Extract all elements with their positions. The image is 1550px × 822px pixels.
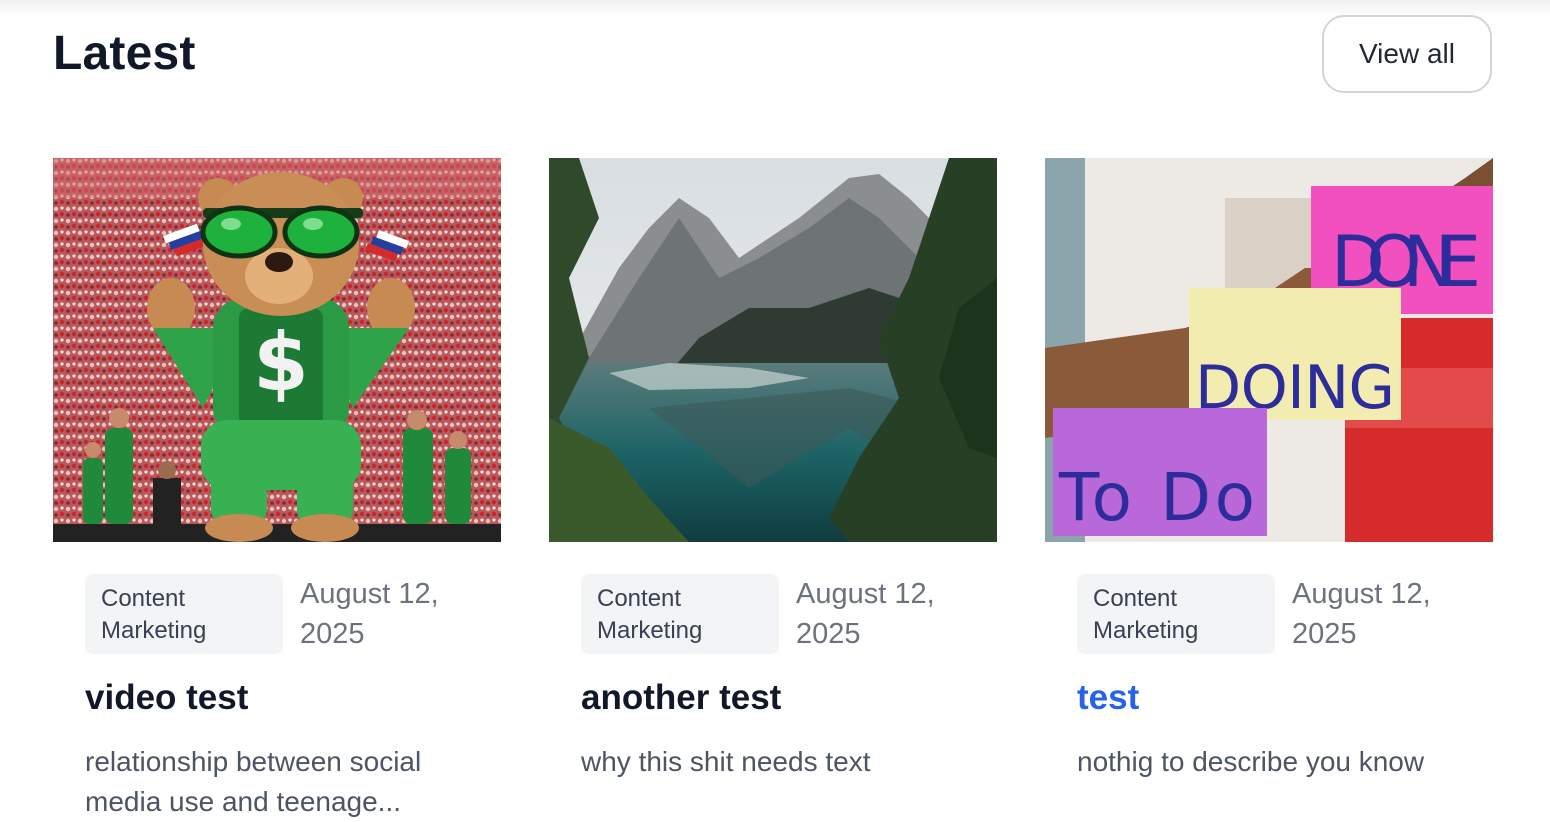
post-meta: Content Marketing August 12, 2025 [85, 574, 485, 654]
sticky-notes-image: DONE DOING To Do [1045, 158, 1493, 542]
header-shadow [0, 0, 1550, 18]
post-title[interactable]: video test [85, 676, 248, 720]
view-all-button[interactable]: View all [1322, 15, 1492, 93]
category-tag[interactable]: Content Marketing [581, 574, 779, 654]
mountain-lake-image [549, 158, 997, 542]
post-card[interactable]: $ Content Marketing August 12, 2025 vide… [53, 158, 501, 822]
post-meta: Content Marketing August 12, 2025 [1077, 574, 1477, 654]
section-title: Latest [53, 27, 196, 80]
svg-text:$: $ [253, 316, 309, 409]
post-meta: Content Marketing August 12, 2025 [581, 574, 981, 654]
post-card[interactable]: Content Marketing August 12, 2025 anothe… [549, 158, 997, 822]
post-date: August 12, 2025 [796, 578, 935, 650]
latest-posts-section: Latest View all $ Content Marketing Augu… [0, 0, 1550, 822]
category-tag[interactable]: Content Marketing [85, 574, 283, 654]
bear-image: $ [53, 158, 501, 542]
todo-note-text: To Do [1058, 459, 1255, 536]
post-title[interactable]: test [1077, 676, 1139, 720]
post-image-sticky-notes[interactable]: DONE DOING To Do [1045, 158, 1493, 542]
post-date: August 12, 2025 [300, 578, 439, 650]
category-tag[interactable]: Content Marketing [1077, 574, 1275, 654]
post-description: nothig to describe you know [1077, 746, 1425, 777]
post-date: August 12, 2025 [1292, 578, 1431, 650]
post-card[interactable]: DONE DOING To Do Content Marketing Augus… [1045, 158, 1493, 822]
post-title[interactable]: another test [581, 676, 781, 720]
post-description: why this shit needs text [581, 746, 871, 777]
post-description: relationship between social media use an… [85, 746, 422, 817]
post-image-bear[interactable]: $ [53, 158, 501, 542]
post-image-mountain[interactable] [549, 158, 997, 542]
